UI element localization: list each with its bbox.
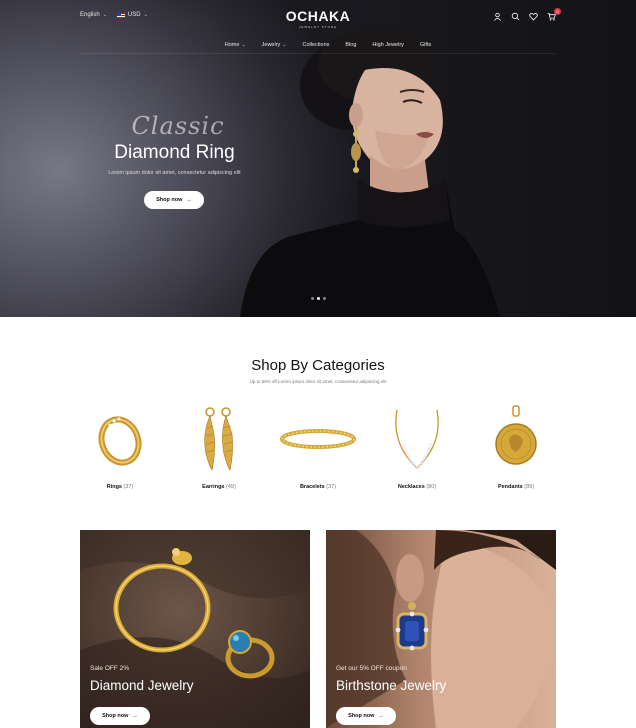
birthstone-jewelry-image (326, 530, 556, 728)
header-actions: 0 (493, 8, 561, 21)
nav-item-label: Blog (345, 42, 357, 48)
bracelet-image (278, 400, 358, 478)
diamond-jewelry-image (80, 530, 310, 728)
promo-title: Birthstone Jewelry (336, 678, 447, 693)
category-bracelets[interactable]: Bracelets (37) (278, 400, 358, 490)
arrow-right-icon: → (378, 713, 384, 719)
button-label: Shop now (156, 197, 183, 203)
nav-item-gifts[interactable]: Gifts (420, 42, 431, 48)
category-count: (89) (524, 484, 535, 490)
category-count: (80) (426, 484, 437, 490)
nav-item-label: Home (224, 42, 240, 48)
categories-title: Shop By Categories (251, 357, 385, 374)
category-earrings[interactable]: Earrings (49) (179, 400, 259, 490)
hero-banner: English ⌄ USD ⌄ OCHAKA JEWELRY STORE 0 H… (0, 0, 636, 317)
category-name: Bracelets (299, 484, 325, 490)
hero-title: Diamond Ring (114, 142, 235, 163)
pendant-image (476, 400, 556, 478)
chevron-down-icon: ⌄ (282, 42, 287, 48)
button-label: Shop now (348, 713, 375, 719)
category-count: (37) (123, 484, 134, 490)
nav-item-blog[interactable]: Blog (345, 42, 356, 48)
nav-divider (80, 53, 556, 54)
nav-item-label: Collections (302, 42, 330, 48)
earrings-image (179, 400, 259, 478)
slider-dots (311, 297, 326, 300)
category-pendants[interactable]: Pendants (89) (476, 400, 556, 490)
promo-shop-now-button[interactable]: Shop now → (90, 707, 150, 725)
nav-item-collections[interactable]: Collections (303, 42, 330, 48)
category-list: Rings (37) Earrings (49) Bracelets (37) (80, 400, 556, 490)
nav-item-label: High Jewelry (372, 42, 404, 48)
cart-icon[interactable]: 0 (547, 8, 561, 21)
promo-shop-now-button[interactable]: Shop now → (336, 707, 396, 725)
categories-subtitle: Up to 50% off Lorem ipsum dolor sit amet… (249, 379, 387, 384)
category-count: (49) (226, 484, 236, 490)
arrow-right-icon: → (186, 197, 192, 203)
category-name: Pendants (497, 484, 523, 490)
account-icon[interactable] (493, 12, 502, 21)
brand-tagline: JEWELRY STORE (298, 25, 338, 29)
category-name: Necklaces (397, 484, 425, 490)
slider-dot-active[interactable] (317, 297, 320, 300)
ring-image (80, 400, 160, 478)
hero-subtitle: Lorem ipsum dolor sit amet, consectetur … (108, 170, 241, 176)
slider-dot[interactable] (323, 297, 326, 300)
promo-title: Diamond Jewelry (90, 678, 194, 693)
search-icon[interactable] (511, 12, 520, 21)
hero-script-text: Classic (131, 112, 225, 140)
nav-item-label: Jewelry (261, 42, 281, 48)
cart-count-badge: 0 (554, 8, 561, 15)
wishlist-heart-icon[interactable] (529, 12, 538, 21)
category-name: Rings (106, 484, 122, 490)
nav-item-high-jewelry[interactable]: High Jewelry (372, 42, 403, 48)
category-necklaces[interactable]: Necklaces (80) (377, 400, 457, 490)
arrow-right-icon: → (132, 713, 138, 719)
chevron-down-icon: ⌄ (241, 42, 246, 48)
slider-dot[interactable] (311, 297, 314, 300)
hero-model-image (240, 30, 530, 317)
category-rings[interactable]: Rings (37) (80, 400, 160, 490)
nav-item-jewelry[interactable]: Jewelry ⌄ (262, 42, 287, 48)
top-bar: English ⌄ USD ⌄ OCHAKA JEWELRY STORE 0 (0, 0, 636, 36)
promo-card-birthstone-jewelry[interactable]: Get our 5% OFF coupon Birthstone Jewelry… (326, 530, 556, 728)
promo-kicker: Sale OFF 2% (90, 665, 130, 672)
promo-kicker: Get our 5% OFF coupon (336, 665, 407, 672)
nav-item-home[interactable]: Home ⌄ (225, 42, 246, 48)
promo-card-diamond-jewelry[interactable]: Sale OFF 2% Diamond Jewelry Shop now → (80, 530, 310, 728)
category-count: (37) (326, 484, 337, 490)
nav-item-label: Gifts (419, 42, 432, 48)
hero-shop-now-button[interactable]: Shop now → (144, 191, 204, 209)
main-nav: Home ⌄ Jewelry ⌄ Collections Blog High J… (0, 42, 636, 48)
button-label: Shop now (102, 713, 129, 719)
necklace-image (377, 400, 457, 478)
category-name: Earrings (202, 484, 225, 490)
